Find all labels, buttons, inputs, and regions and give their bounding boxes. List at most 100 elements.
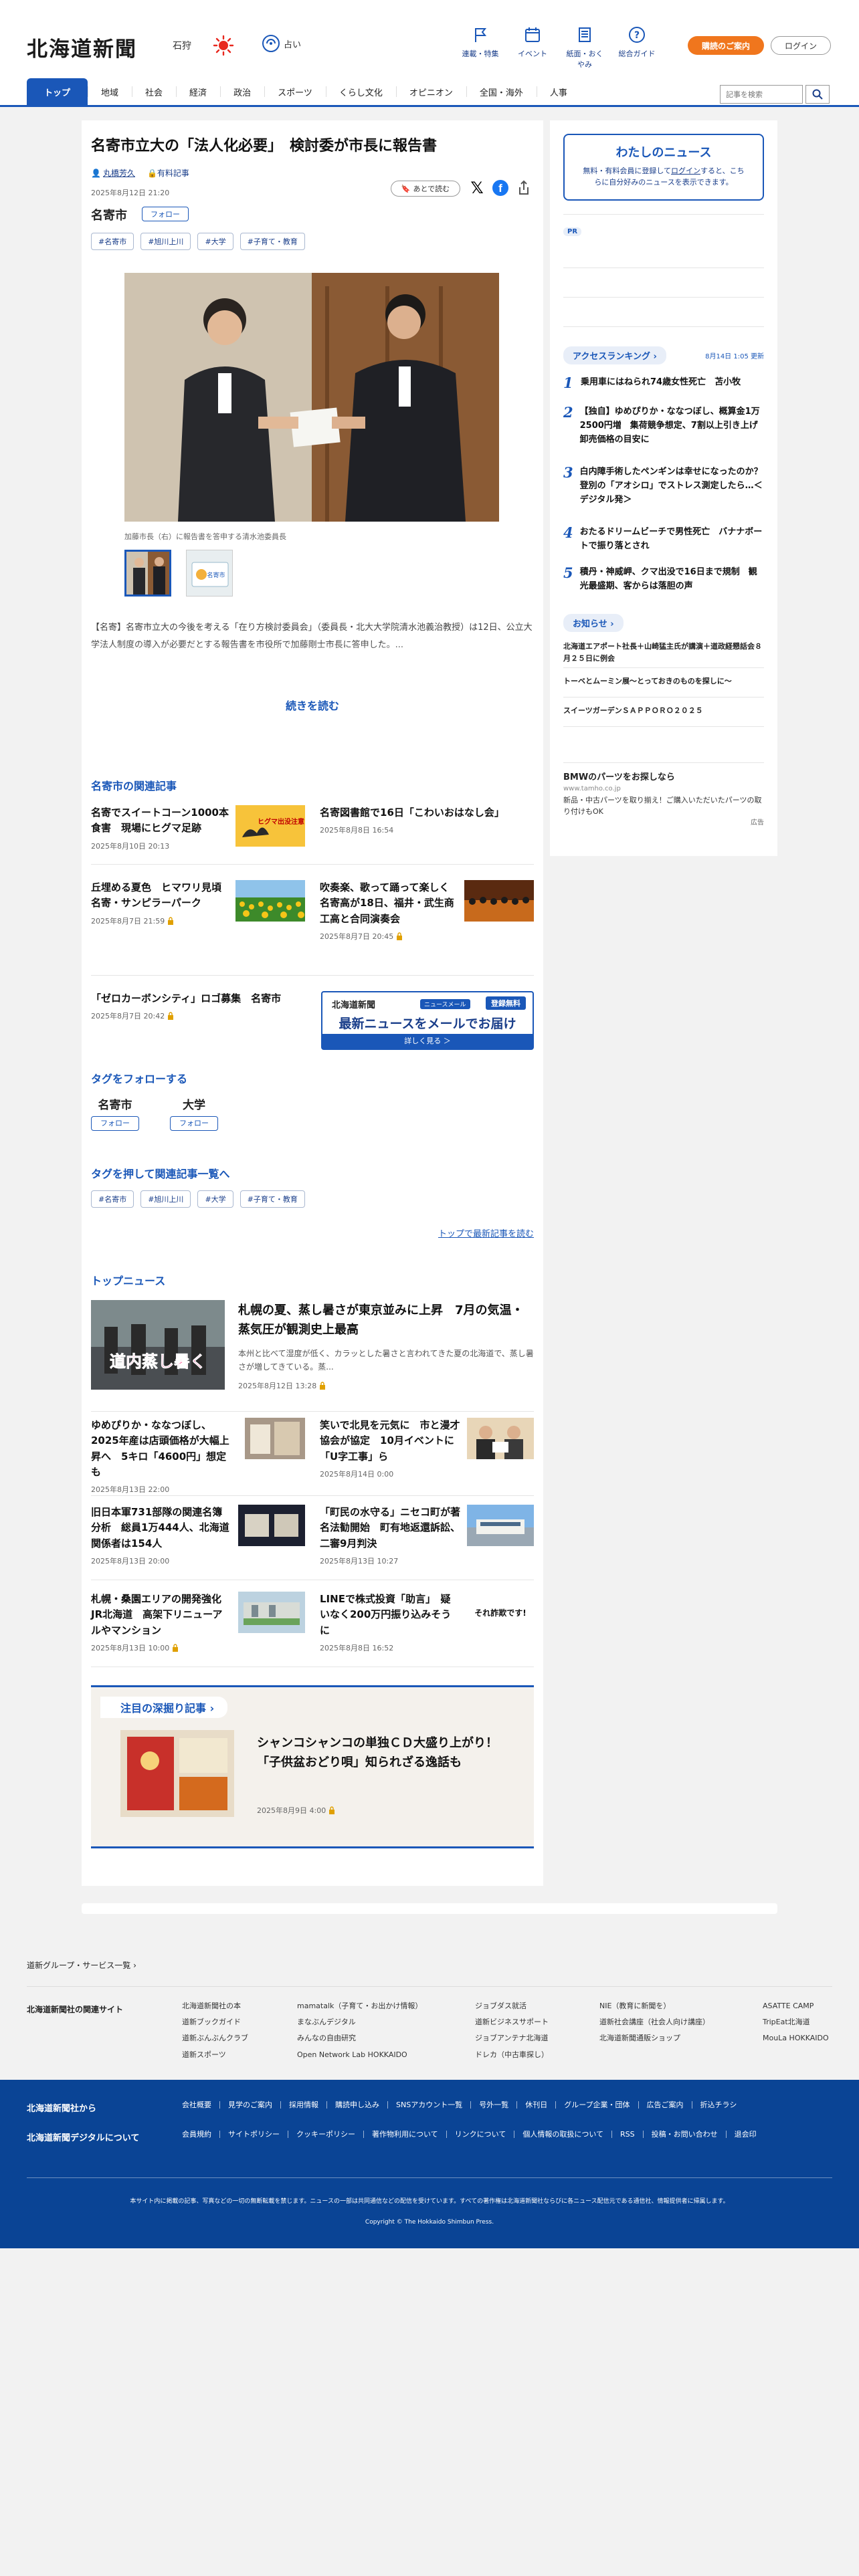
footer-link[interactable]: 広告ご案内 xyxy=(638,2101,692,2109)
nav-tab-economy[interactable]: 経済 xyxy=(176,78,220,105)
login-button[interactable]: ログイン xyxy=(771,36,831,55)
search-button[interactable] xyxy=(805,85,830,104)
tag-chip[interactable]: #名寄市 xyxy=(91,233,134,250)
fortune-link[interactable]: 占い xyxy=(261,33,301,53)
top-lead-title[interactable]: 札幌の夏、蒸し暑さが東京並みに上昇 7月の気温・蒸気圧が観測史上最高 xyxy=(238,1301,534,1340)
util-item-events[interactable]: イベント xyxy=(514,25,551,70)
ranking-item[interactable]: 1 乗用車にはねられ74歳女性死亡 苫小牧 xyxy=(563,376,764,390)
footer-link[interactable]: MouLa HOKKAIDO xyxy=(763,2030,829,2046)
sun-icon[interactable] xyxy=(213,35,234,56)
footer-link[interactable]: グループ企業・団体 xyxy=(555,2101,638,2109)
footer-link[interactable]: 休刊日 xyxy=(516,2101,555,2109)
ranking-item[interactable]: 2 【独自】ゆめぴりか・ななつぼし、概算金1万2500円増 集荷競争想定、7割以上… xyxy=(563,405,767,447)
deep-dive-title[interactable]: シャンコシャンコの単独ＣＤ大盛り上がり！「子供盆おどり唄」知られざる逸話も xyxy=(257,1734,511,1773)
author-link[interactable]: 👤 丸橋芳久 xyxy=(91,167,135,179)
footer-link[interactable]: 退会印 xyxy=(725,2131,765,2138)
footer-link[interactable]: Open Network Lab HOKKAIDO xyxy=(297,2047,422,2063)
nav-tab-politics[interactable]: 政治 xyxy=(220,78,264,105)
top-news-item[interactable]: 旧日本軍731部隊の関連名簿分析 総員1万444人、北海道関係者は154人 202… xyxy=(91,1505,305,1566)
group-services-link[interactable]: 道新グループ・サービス一覧 › xyxy=(27,1959,136,1971)
mail-banner-cta[interactable]: 詳しく見る ＞ xyxy=(322,1034,533,1049)
footer-link[interactable]: ジョブダス就活 xyxy=(475,1998,549,2014)
top-lead-image[interactable]: 道内蒸し暑く xyxy=(91,1300,225,1390)
nav-tab-society[interactable]: 社会 xyxy=(132,78,176,105)
ranking-item[interactable]: 5 積丹・神威岬、クマ出没で16日まで規制 観光最盛期、客からは落胆の声 xyxy=(563,566,764,594)
footer-link[interactable]: 道新ぶんぶんクラブ xyxy=(182,2030,248,2046)
footer-link[interactable]: 北海道新聞通販ショップ xyxy=(599,2030,710,2046)
share-icon[interactable] xyxy=(515,179,533,197)
footer-link[interactable]: 号外一覧 xyxy=(470,2101,516,2109)
top-news-item[interactable]: 笑いで北見を元気に 市と漫才協会が協定 10月イベントに「U字工事」ら 2025年… xyxy=(320,1418,534,1479)
footer-link[interactable]: クッキーポリシー xyxy=(288,2131,363,2138)
footer-link[interactable]: 個人情報の取扱について xyxy=(514,2131,611,2138)
notice-item[interactable]: 北海道エアポート社長＋山崎猛主氏が講演＋道政経懇話会８月２５日に例会 xyxy=(563,641,764,664)
tag-chip[interactable]: #大学 xyxy=(197,1190,233,1208)
notice-item[interactable]: トーベとムーミン展〜とっておきのものを探しに〜 xyxy=(563,675,764,687)
nav-tab-local[interactable]: 地域 xyxy=(88,78,132,105)
read-later-button[interactable]: 🔖 あとで読む xyxy=(391,181,460,197)
related-item[interactable]: 吹奏楽、歌って踊って楽しく 名寄高が18日、福井・武生商工高と合同演奏会 202… xyxy=(320,880,534,942)
subscribe-guide-button[interactable]: 購読のご案内 xyxy=(688,36,764,55)
top-news-item[interactable]: 札幌・桑園エリアの開発強化 JR北海道 高架下リニューアルやマンション 2025年… xyxy=(91,1592,305,1653)
nav-tab-opinion[interactable]: オピニオン xyxy=(395,78,466,105)
footer-link[interactable]: 投稿・お問い合わせ xyxy=(642,2131,726,2138)
footer-link[interactable]: 見学のご案内 xyxy=(219,2101,280,2109)
my-news-login-link[interactable]: ログイン xyxy=(671,167,700,175)
article-photo[interactable] xyxy=(124,273,499,522)
footer-link[interactable]: 会社概要 xyxy=(182,2101,219,2109)
photo-thumb-1[interactable] xyxy=(124,550,171,597)
latest-news-link[interactable]: トップで最新記事を読む xyxy=(438,1226,534,1239)
footer-link[interactable]: リンクについて xyxy=(446,2131,514,2138)
read-more-link[interactable]: 続きを読む xyxy=(82,697,543,713)
share-x-icon[interactable]: 𝕏 xyxy=(468,179,486,197)
notice-heading[interactable]: お知らせ › xyxy=(563,614,624,632)
notice-item[interactable]: スイーツガーデンＳＡＰＰＯＲＯ２０２５ xyxy=(563,705,764,717)
footer-link[interactable]: 会員規約 xyxy=(182,2131,219,2138)
region-label[interactable]: 石狩 xyxy=(173,39,191,52)
footer-link[interactable]: 道新社会講座（社会人向け講座） xyxy=(599,2014,710,2030)
footer-link[interactable]: 著作物利用について xyxy=(363,2131,446,2138)
related-item[interactable]: 名寄図書館で16日「こわいおはなし会」 2025年8月8日 16:54 xyxy=(320,805,534,835)
follow-button[interactable]: フォロー xyxy=(170,1116,218,1131)
footer-link[interactable]: 道新スポーツ xyxy=(182,2047,248,2063)
ranking-item[interactable]: 4 おたるドリームビーチで男性死亡 バナナボートで振り落とされ xyxy=(563,526,764,554)
footer-link[interactable]: みんなの自由研究 xyxy=(297,2030,422,2046)
footer-link[interactable]: 折込チラシ xyxy=(691,2101,745,2109)
deep-dive-image[interactable] xyxy=(120,1730,234,1817)
footer-link[interactable]: NIE（教育に新聞を） xyxy=(599,1998,710,2014)
follow-button[interactable]: フォロー xyxy=(142,207,189,221)
ranking-item[interactable]: 3 白内障手術したペンギンは幸せになったのか？ 登別の「アオシロ」でストレス測定し… xyxy=(563,465,771,507)
related-item[interactable]: 丘埋める夏色 ヒマワリ見頃 名寄・サンピラーパーク 2025年8月7日 21:5… xyxy=(91,880,305,926)
share-facebook-icon[interactable]: f xyxy=(492,180,508,196)
top-news-item[interactable]: ゆめぴりか・ななつぼし、2025年産は店頭価格が大幅上昇へ 5キロ「4600円」… xyxy=(91,1418,305,1495)
footer-link[interactable]: ASATTE CAMP xyxy=(763,1998,829,2014)
news-mail-banner[interactable]: 北海道新聞 ニュースメール 登録無料 最新ニュースをメールでお届け 詳しく見る … xyxy=(321,991,534,1050)
footer-link[interactable]: 北海道新聞社の本 xyxy=(182,1998,248,2014)
top-news-item[interactable]: LINEで株式投資「助言」 疑いなく200万円振り込みそうに 2025年8月8日 … xyxy=(320,1592,534,1653)
footer-link[interactable]: 道新ビジネスサポート xyxy=(475,2014,549,2030)
footer-link[interactable]: まなぶんデジタル xyxy=(297,2014,422,2030)
footer-link[interactable]: mamatalk（子育て・お出かけ情報） xyxy=(297,1998,422,2014)
nav-tab-personnel[interactable]: 人事 xyxy=(536,78,581,105)
footer-link[interactable]: ドレカ（中古車探し） xyxy=(475,2047,549,2063)
ranking-heading[interactable]: アクセスランキング › xyxy=(563,346,666,364)
tag-chip[interactable]: #旭川上川 xyxy=(140,1190,191,1208)
footer-link[interactable]: 購読申し込み xyxy=(326,2101,387,2109)
deep-dive-heading[interactable]: 注目の深掘り記事 › xyxy=(100,1697,228,1718)
footer-link[interactable]: RSS xyxy=(611,2131,643,2138)
top-news-item[interactable]: 「町民の水守る」ニセコ町が著名法勧開始 町有地返還訴訟、二審9月判決 2025年8… xyxy=(320,1505,534,1566)
util-item-guide[interactable]: ? 総合ガイド xyxy=(618,25,656,70)
search-input[interactable] xyxy=(720,85,803,104)
footer-link[interactable]: 採用情報 xyxy=(280,2101,326,2109)
nav-tab-sports[interactable]: スポーツ xyxy=(264,78,326,105)
nav-tab-culture[interactable]: くらし文化 xyxy=(325,78,396,105)
nav-tab-top[interactable]: トップ xyxy=(27,78,88,105)
related-item[interactable]: 名寄でスイートコーン1000本食害 現場にヒグマ足跡 2025年8月10日 20… xyxy=(91,805,305,851)
location-name[interactable]: 名寄市 xyxy=(91,206,127,223)
footer-link[interactable]: 道新ブックガイド xyxy=(182,2014,248,2030)
follow-button[interactable]: フォロー xyxy=(91,1116,139,1131)
util-item-paper[interactable]: 紙面・おくやみ xyxy=(566,25,603,70)
util-item-series[interactable]: 連載・特集 xyxy=(462,25,499,70)
related-item[interactable]: 「ゼロカーボンシティ」ロゴ募集 名寄市 2025年8月7日 20:42 xyxy=(91,991,305,1021)
footer-link[interactable]: サイトポリシー xyxy=(219,2131,288,2138)
